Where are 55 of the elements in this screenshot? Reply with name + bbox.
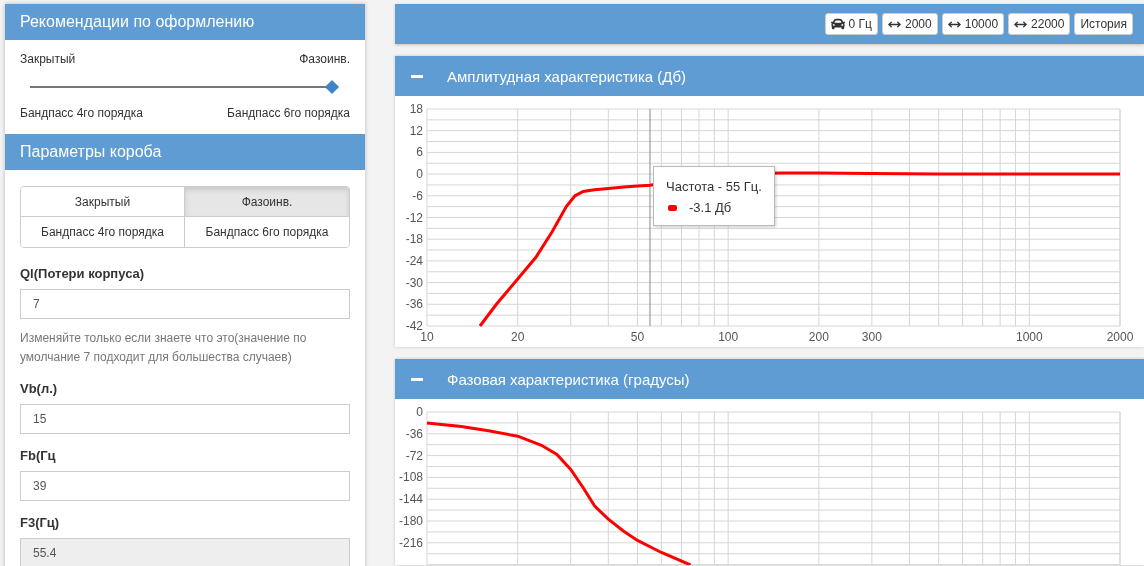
y-tick-label: -42 <box>405 319 423 333</box>
y-tick-label: -36 <box>405 297 423 312</box>
field-label: Fb(Гц <box>20 448 57 463</box>
input-field[interactable]: 7 <box>20 289 350 319</box>
x-tick-label: 20 <box>511 330 525 344</box>
y-tick-label: 0 <box>416 167 423 182</box>
input-field[interactable]: 39 <box>20 471 350 501</box>
y-tick-label: 6 <box>416 145 423 160</box>
y-tick-label: -6 <box>412 188 423 203</box>
x-tick-label: 100 <box>718 330 739 344</box>
tooltip-title: Частота - 55 Гц. <box>666 179 762 194</box>
y-tick-label: -72 <box>405 448 423 463</box>
y-tick-label: 18 <box>409 102 423 116</box>
slider-label: Закрытый <box>20 52 76 66</box>
collapse-icon[interactable] <box>411 377 423 381</box>
input-field[interactable]: 15 <box>20 404 350 434</box>
y-tick-label: 12 <box>409 123 423 138</box>
x-tick-label: 1000 <box>1016 330 1043 344</box>
y-tick-label: -144 <box>398 492 423 507</box>
y-tick-label: -216 <box>398 535 423 550</box>
panel-title: Фазовая характеристика (градусы) <box>447 370 690 388</box>
slider-label: Бандпасс 4го порядка <box>20 106 143 120</box>
x-tick-label: 10 <box>420 330 434 344</box>
toolbar-button[interactable]: История <box>1074 13 1133 35</box>
slider-label: Бандпасс 6го порядка <box>227 106 350 120</box>
car-icon <box>830 17 845 31</box>
y-tick-label: -30 <box>405 275 423 290</box>
tooltip-value: -3.1 Дб <box>689 200 732 215</box>
y-tick-label: -18 <box>405 232 423 247</box>
field-label: Vb(л.) <box>20 381 59 396</box>
section-title: Параметры короба <box>20 143 162 161</box>
y-tick-label: -24 <box>405 253 423 268</box>
x-tick-label: 200 <box>808 330 829 344</box>
x-tick-label: 50 <box>630 330 645 344</box>
y-tick-label: -108 <box>398 470 423 485</box>
y-tick-label: 0 <box>416 405 423 419</box>
box-type-button[interactable]: Бандпасс 4го порядка <box>21 217 185 247</box>
toolbar-button[interactable]: 0 Гц <box>824 13 878 35</box>
x-tick-label: 300 <box>861 330 882 344</box>
box-type-button[interactable]: Закрытый <box>21 187 185 217</box>
toolbar-button[interactable]: 2000 <box>882 13 938 35</box>
y-tick-label: -180 <box>398 514 423 528</box>
field-label: Ql(Потери корпуса) <box>20 266 146 281</box>
collapse-icon[interactable] <box>411 74 423 78</box>
box-type-button[interactable]: Фазоинв. <box>185 187 349 217</box>
panel-title: Амплитудная характеристика (Дб) <box>447 67 687 85</box>
section-title: Рекомендации по оформлению <box>20 13 255 31</box>
field-label: F3(Гц) <box>20 515 61 530</box>
x-tick-label: 2000 <box>1106 330 1134 344</box>
help-text: Изменяйте только если знаете что это(значение по умолчание 7 подходит для большества случаев) <box>20 330 308 366</box>
toolbar-button[interactable]: 22000 <box>1008 13 1071 35</box>
y-tick-label: -36 <box>405 426 423 441</box>
y-tick-label: -12 <box>405 210 423 225</box>
toolbar-button[interactable]: 10000 <box>941 13 1005 35</box>
slider-label: Фазоинв. <box>299 52 350 66</box>
